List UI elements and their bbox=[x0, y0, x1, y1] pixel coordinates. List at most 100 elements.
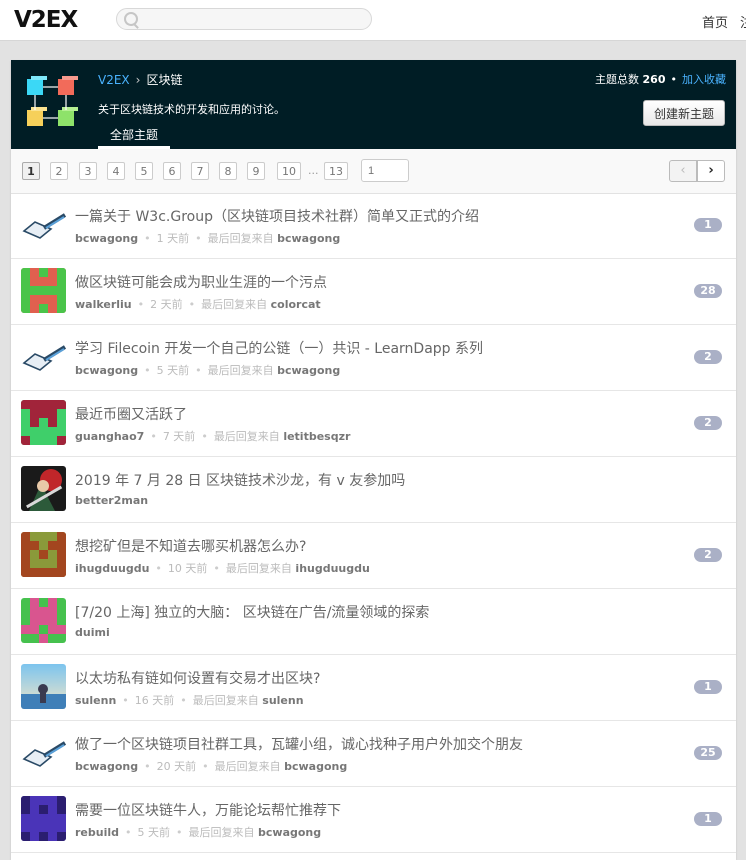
topic-meta: duimi bbox=[75, 626, 110, 639]
topic-title-link[interactable]: 最近币圈又活跃了 bbox=[75, 404, 187, 424]
user-avatar[interactable] bbox=[21, 730, 66, 775]
page-link-last[interactable]: 13 bbox=[324, 162, 348, 180]
reply-count-badge[interactable]: 1 bbox=[694, 218, 722, 232]
last-reply-label: 最后回复来自 bbox=[213, 430, 280, 443]
user-avatar[interactable] bbox=[21, 664, 66, 709]
last-reply-user-link[interactable]: bcwagong bbox=[277, 232, 340, 245]
page-link[interactable]: 3 bbox=[79, 162, 97, 180]
topic-author-link[interactable]: rebuild bbox=[75, 826, 119, 839]
breadcrumb-root-link[interactable]: V2EX bbox=[98, 73, 130, 87]
last-reply-user-link[interactable]: letitbesqzr bbox=[283, 430, 350, 443]
tab-all-topics[interactable]: 全部主题 bbox=[98, 127, 170, 149]
breadcrumb-separator: › bbox=[135, 73, 141, 87]
topic-time: 7 天前 bbox=[162, 430, 196, 443]
topic-meta: bcwagong • 5 天前 • 最后回复来自 bcwagong bbox=[75, 364, 341, 377]
prev-page-button[interactable]: ‹ bbox=[669, 160, 697, 182]
topic-list: 一篇关于 W3c.Group（区块链项目技术社群）简单又正式的介绍 bcwagon… bbox=[11, 193, 736, 853]
topic-item: 做区块链可能会成为职业生涯的一个污点 walkerliu • 2 天前 • 最后回复来自 … bbox=[11, 259, 736, 325]
reply-count-badge[interactable]: 1 bbox=[694, 680, 722, 694]
topic-title-link[interactable]: 一篇关于 W3c.Group（区块链项目技术社群）简单又正式的介绍 bbox=[75, 206, 479, 226]
user-avatar[interactable] bbox=[21, 400, 66, 445]
topic-time: 1 天前 bbox=[156, 232, 190, 245]
topic-meta: better2man bbox=[75, 494, 148, 507]
page-link[interactable]: 10 bbox=[277, 162, 301, 180]
reply-count-badge[interactable]: 2 bbox=[694, 416, 722, 430]
topic-title-link[interactable]: 需要一位区块链牛人，万能论坛帮忙推荐下 bbox=[75, 800, 341, 820]
last-reply-label: 最后回复来自 bbox=[207, 364, 274, 377]
search-input[interactable] bbox=[141, 11, 365, 29]
topic-item: 一篇关于 W3c.Group（区块链项目技术社群）简单又正式的介绍 bcwagon… bbox=[11, 193, 736, 259]
user-avatar[interactable] bbox=[21, 466, 66, 511]
reply-count-badge[interactable]: 2 bbox=[694, 350, 722, 364]
user-avatar[interactable] bbox=[21, 532, 66, 577]
topic-time: 5 天前 bbox=[156, 364, 190, 377]
topic-title-link[interactable]: [7/20 上海] 独立的大脑： 区块链在广告/流量领域的探索 bbox=[75, 602, 429, 622]
page-link[interactable]: 5 bbox=[135, 162, 153, 180]
node-box: V2EX › 区块链 关于区块链技术的开发和应用的讨论。 主题总数 260 • 加入收藏… bbox=[11, 60, 736, 860]
page-ellipsis: ... bbox=[308, 164, 319, 177]
topic-item: 学习 Filecoin 开发一个自己的公链（一）共识 - LearnDapp 系… bbox=[11, 325, 736, 391]
user-avatar[interactable] bbox=[21, 796, 66, 841]
reply-count-badge[interactable]: 28 bbox=[694, 284, 722, 298]
user-avatar[interactable] bbox=[21, 598, 66, 643]
topic-title-link[interactable]: 以太坊私有链如何设置有交易才出区块? bbox=[75, 668, 320, 688]
topic-time: 5 天前 bbox=[137, 826, 171, 839]
last-reply-user-link[interactable]: bcwagong bbox=[258, 826, 321, 839]
top-bar: V2EX 首页注 bbox=[0, 0, 746, 41]
topic-author-link[interactable]: guanghao7 bbox=[75, 430, 144, 443]
page-link[interactable]: 2 bbox=[50, 162, 68, 180]
topic-title-link[interactable]: 做区块链可能会成为职业生涯的一个污点 bbox=[75, 272, 327, 292]
topic-meta: rebuild • 5 天前 • 最后回复来自 bcwagong bbox=[75, 826, 322, 839]
topic-author-link[interactable]: bcwagong bbox=[75, 364, 138, 377]
site-logo[interactable]: V2EX bbox=[14, 4, 78, 36]
top-nav: 首页注 bbox=[702, 12, 746, 31]
nav-register-link[interactable]: 注 bbox=[740, 16, 746, 31]
node-stats: 主题总数 260 • 加入收藏 bbox=[595, 73, 726, 86]
page-link[interactable]: 6 bbox=[163, 162, 181, 180]
user-avatar[interactable] bbox=[21, 334, 66, 379]
nav-home-link[interactable]: 首页 bbox=[702, 16, 728, 31]
reply-count-badge[interactable]: 2 bbox=[694, 548, 722, 562]
last-reply-label: 最后回复来自 bbox=[192, 694, 259, 707]
page-jump-input[interactable] bbox=[361, 159, 409, 182]
next-page-button[interactable]: › bbox=[697, 160, 725, 182]
topic-author-link[interactable]: sulenn bbox=[75, 694, 116, 707]
search-box[interactable] bbox=[116, 8, 372, 30]
page-link[interactable]: 4 bbox=[107, 162, 125, 180]
user-avatar[interactable] bbox=[21, 202, 66, 247]
topic-title-link[interactable]: 2019 年 7 月 28 日 区块链技术沙龙，有 v 友参加吗 bbox=[75, 470, 405, 490]
topic-count: 260 bbox=[642, 73, 666, 86]
pagination: 1 2 3 4 5 6 7 8 9 10 ... 13 ‹ › bbox=[11, 149, 736, 194]
user-avatar[interactable] bbox=[21, 268, 66, 313]
reply-count-badge[interactable]: 25 bbox=[694, 746, 722, 760]
add-favorite-link[interactable]: 加入收藏 bbox=[682, 73, 726, 86]
last-reply-label: 最后回复来自 bbox=[201, 298, 268, 311]
topic-title-link[interactable]: 想挖矿但是不知道去哪买机器怎么办? bbox=[75, 536, 306, 556]
topic-title-link[interactable]: 做了一个区块链项目社群工具，瓦罐小组，诚心找种子用户外加交个朋友 bbox=[75, 734, 523, 754]
last-reply-user-link[interactable]: sulenn bbox=[262, 694, 303, 707]
page-link[interactable]: 1 bbox=[22, 162, 40, 180]
topic-meta: sulenn • 16 天前 • 最后回复来自 sulenn bbox=[75, 694, 304, 707]
topic-meta: ihugduugdu • 10 天前 • 最后回复来自 ihugduugdu bbox=[75, 562, 370, 575]
last-reply-user-link[interactable]: bcwagong bbox=[277, 364, 340, 377]
new-topic-button[interactable]: 创建新主题 bbox=[643, 100, 725, 126]
page-link[interactable]: 9 bbox=[247, 162, 265, 180]
page-link[interactable]: 7 bbox=[191, 162, 209, 180]
topic-meta: bcwagong • 20 天前 • 最后回复来自 bcwagong bbox=[75, 760, 348, 773]
last-reply-user-link[interactable]: bcwagong bbox=[284, 760, 347, 773]
topic-author-link[interactable]: walkerliu bbox=[75, 298, 132, 311]
topic-author-link[interactable]: bcwagong bbox=[75, 232, 138, 245]
last-reply-label: 最后回复来自 bbox=[214, 760, 281, 773]
topic-author-link[interactable]: better2man bbox=[75, 494, 148, 507]
blockchain-node-icon bbox=[27, 76, 78, 126]
topic-item: 想挖矿但是不知道去哪买机器怎么办? ihugduugdu • 10 天前 • 最后回复来自… bbox=[11, 523, 736, 589]
topic-author-link[interactable]: ihugduugdu bbox=[75, 562, 149, 575]
reply-count-badge[interactable]: 1 bbox=[694, 812, 722, 826]
topic-title-link[interactable]: 学习 Filecoin 开发一个自己的公链（一）共识 - LearnDapp 系… bbox=[75, 338, 483, 358]
last-reply-user-link[interactable]: ihugduugdu bbox=[295, 562, 369, 575]
last-reply-user-link[interactable]: colorcat bbox=[271, 298, 321, 311]
topic-item: 最近币圈又活跃了 guanghao7 • 7 天前 • 最后回复来自 letitbesqz… bbox=[11, 391, 736, 457]
topic-author-link[interactable]: bcwagong bbox=[75, 760, 138, 773]
page-link[interactable]: 8 bbox=[219, 162, 237, 180]
topic-author-link[interactable]: duimi bbox=[75, 626, 110, 639]
